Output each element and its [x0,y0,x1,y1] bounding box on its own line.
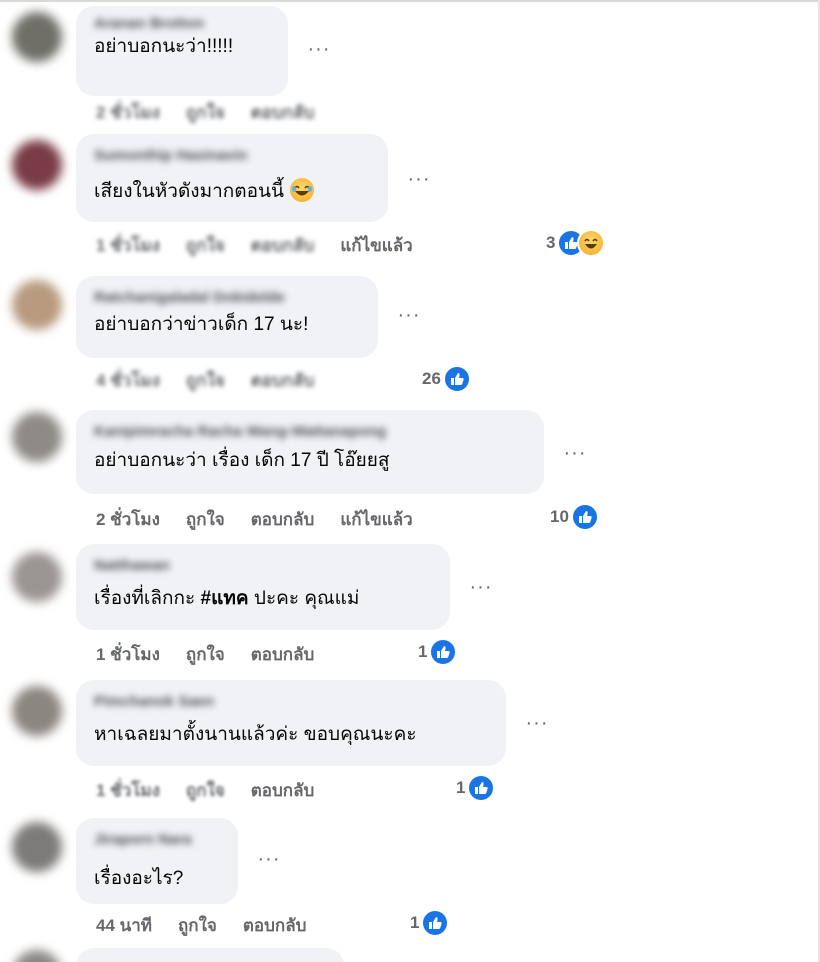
like-reaction-icon [467,774,496,802]
comment-bubble: Jiraporn Nara เรื่องอะไร? [76,818,238,904]
like-button[interactable]: ถูกใจ [186,777,225,804]
comment-text: อย่าบอกนะว่า เรื่อง เด็ก 17 ปี โอ๊ยยสู [94,450,390,471]
comment-time[interactable]: 1 ชั่วโมง [96,232,160,259]
comment-text: อย่าบอกว่าข่าวเด็ก 17 นะ! [94,314,309,335]
comment-text: อย่าบอกนะว่า!!!!! [94,36,234,57]
comment-actions: 1 ชั่วโมง ถูกใจ ตอบกลับ [96,778,340,802]
comment-actions: 2 ชั่วโมง ถูกใจ ตอบกลับ [96,100,340,124]
more-options-icon[interactable]: ··· [394,305,424,328]
comment-time[interactable]: 1 ชั่วโมง [96,641,160,668]
comment-time[interactable]: 2 ชั่วโมง [96,506,160,533]
reaction-count: 1 [456,778,466,797]
more-options-icon[interactable]: ··· [466,577,496,600]
more-options-icon[interactable]: ··· [304,39,334,62]
comment-author[interactable]: Pimchanok Saen [94,692,490,712]
comment-author[interactable]: Natthawan [94,556,434,576]
comment-bubble: Sumonthip Hasinavin เสียงในหัวดังมากตอนน… [76,134,388,222]
like-reaction-icon [442,365,471,393]
comment-bubble: Kanipimracha Racha Wang-Wattanapong อย่า… [76,410,544,494]
like-button[interactable]: ถูกใจ [178,912,217,939]
comment-text: เสียงในหัวดังมากตอนนี้ [94,178,372,205]
comment-actions: 2 ชั่วโมง ถูกใจ ตอบกลับ แก้ไขแล้ว [96,507,439,531]
like-button[interactable]: ถูกใจ [186,506,225,533]
like-reaction-icon [429,638,458,666]
haha-reaction-icon [577,229,606,257]
comment-bubble: Natthawan เรื่องที่เลิกกะ #แทค ปะคะ คุณแ… [76,544,450,630]
comment-author[interactable]: Ratchanigaladal Dokidelde [94,288,362,308]
reply-button[interactable]: ตอบกลับ [243,912,307,939]
comment-text: หาเฉลยมาตั้งนานแล้วค่ะ ขอบคุณนะคะ [94,724,417,745]
reply-button[interactable]: ตอบกลับ [251,99,315,126]
more-options-icon[interactable]: ··· [404,169,434,192]
reply-button[interactable]: ตอบกลับ [251,367,315,394]
comment-text: เรื่องที่เลิกกะ #แทค ปะคะ คุณแม่ [94,586,434,612]
avatar[interactable] [12,412,62,462]
avatar[interactable] [12,686,62,736]
avatar[interactable] [12,12,62,62]
like-button[interactable]: ถูกใจ [186,367,225,394]
laugh-emoji-icon [290,178,314,202]
like-button[interactable]: ถูกใจ [186,641,225,668]
reply-button[interactable]: ตอบกลับ [251,506,315,533]
comment-actions: 1 ชั่วโมง ถูกใจ ตอบกลับ [96,642,340,666]
reply-button[interactable]: ตอบกลับ [251,777,315,804]
comment-author[interactable]: Sumonthip Hasinavin [94,146,372,166]
comment-bubble: Aranan Brotton อย่าบอกนะว่า!!!!! [76,6,288,96]
comment-time[interactable]: 44 นาที [96,912,152,939]
reaction-summary[interactable]: 3 [546,228,606,258]
comment-time[interactable]: 1 ชั่วโมง [96,777,160,804]
reaction-count: 10 [550,507,569,526]
more-options-icon[interactable]: ··· [254,849,284,872]
hashtag-link[interactable]: #แทค [201,588,249,609]
comment-time[interactable]: 4 ชั่วโมง [96,367,160,394]
reaction-summary[interactable]: 1 [456,773,496,803]
more-options-icon[interactable]: ··· [522,713,552,736]
avatar[interactable] [12,552,62,602]
comment-text-body: ปะคะ คุณแม่ [248,588,360,609]
comment-time[interactable]: 2 ชั่วโมง [96,99,160,126]
reaction-summary[interactable]: 1 [410,908,450,938]
more-options-icon[interactable]: ··· [560,443,590,466]
avatar[interactable] [12,950,62,962]
top-divider [0,0,820,2]
comment-bubble: Pimchanok Saen หาเฉลยมาตั้งนานแล้วค่ะ ขอ… [76,680,506,766]
reaction-summary[interactable]: 10 [550,502,599,532]
reply-button[interactable]: ตอบกลับ [251,232,315,259]
comment-text-body: เรื่องที่เลิกกะ [94,588,201,609]
like-button[interactable]: ถูกใจ [186,232,225,259]
comment-author[interactable]: Jiraporn Nara [94,830,222,850]
comment-author[interactable]: Kanipimracha Racha Wang-Wattanapong [94,422,528,442]
avatar[interactable] [12,822,62,872]
reaction-count: 3 [546,233,556,252]
comment-actions: 4 ชั่วโมง ถูกใจ ตอบกลับ [96,368,340,392]
like-reaction-icon [570,503,599,531]
comment-actions: 1 ชั่วโมง ถูกใจ ตอบกลับ แก้ไขแล้ว [96,233,439,257]
edited-label: แก้ไขแล้ว [340,509,413,529]
like-reaction-icon [421,909,450,937]
avatar[interactable] [12,140,62,190]
comment-actions: 44 นาที ถูกใจ ตอบกลับ [96,913,332,937]
reaction-count: 1 [418,642,428,661]
comments-panel: Aranan Brotton อย่าบอกนะว่า!!!!! ··· 2 ช… [0,0,820,962]
reaction-count: 1 [410,913,420,932]
reply-button[interactable]: ตอบกลับ [251,641,315,668]
reaction-summary[interactable]: 1 [418,637,458,667]
avatar[interactable] [12,280,62,330]
edited-label: แก้ไขแล้ว [340,235,413,255]
comment-bubble [76,948,344,962]
reaction-summary[interactable]: 26 [422,364,471,394]
reaction-count: 26 [422,369,441,388]
comment-author[interactable]: Aranan Brotton [94,14,272,34]
comment-bubble: Ratchanigaladal Dokidelde อย่าบอกว่าข่าว… [76,276,378,358]
like-button[interactable]: ถูกใจ [186,99,225,126]
comment-text-body: เสียงในหัวดังมากตอนนี้ [94,181,284,202]
comment-text: เรื่องอะไร? [94,868,184,889]
